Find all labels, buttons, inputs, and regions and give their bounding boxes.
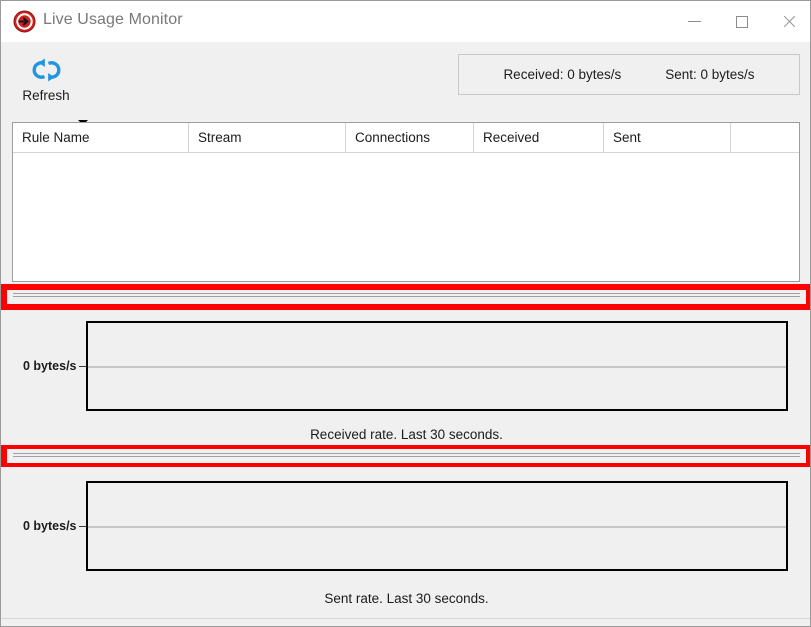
grip-line <box>13 453 800 454</box>
column-header-received[interactable]: Received <box>473 123 603 152</box>
window-controls <box>671 1 810 42</box>
column-header-spacer[interactable] <box>730 123 799 152</box>
minimize-button[interactable] <box>671 1 718 42</box>
column-header-connections[interactable]: Connections <box>345 123 473 152</box>
close-icon <box>782 15 796 29</box>
title-bar: Live Usage Monitor <box>1 1 810 42</box>
received-rate-value: Received: 0 bytes/s <box>503 67 622 82</box>
splitter-received-grip <box>7 290 806 304</box>
rate-summary-panel: Received: 0 bytes/s Sent: 0 bytes/s <box>458 54 800 95</box>
received-chart-y-axis-label: 0 bytes/s <box>23 359 77 373</box>
sent-chart-plot-area <box>86 481 788 571</box>
column-header-sent[interactable]: Sent <box>603 123 730 152</box>
received-chart-plot-area <box>86 321 788 411</box>
column-header-rule-name[interactable]: Rule Name <box>13 123 188 152</box>
grip-line <box>13 456 800 457</box>
refresh-circular-arrows-icon <box>29 54 64 86</box>
status-strip <box>2 618 810 626</box>
received-chart-zero-line <box>88 366 786 368</box>
splitter-sent-grip <box>7 449 806 463</box>
received-chart-y-tick <box>79 366 86 367</box>
maximize-icon <box>735 15 748 28</box>
sent-chart-y-tick <box>79 526 86 527</box>
table-body <box>13 153 799 281</box>
splitter-received[interactable] <box>1 284 810 310</box>
splitter-sent[interactable] <box>1 445 810 467</box>
grip-line <box>13 293 800 294</box>
refresh-button[interactable]: Refresh <box>18 54 74 112</box>
maximize-button[interactable] <box>718 1 765 42</box>
grip-line <box>13 296 800 297</box>
sent-chart-zero-line <box>88 526 786 528</box>
column-header-stream[interactable]: Stream <box>188 123 345 152</box>
close-button[interactable] <box>765 1 810 42</box>
received-chart-caption: Received rate. Last 30 seconds. <box>310 427 503 442</box>
sent-chart-caption: Sent rate. Last 30 seconds. <box>324 591 489 606</box>
red-circle-arrow-icon <box>13 10 36 33</box>
minimize-icon <box>688 21 701 22</box>
table-header-row: Rule Name Stream Connections Received Se… <box>13 123 799 153</box>
sent-rate-value: Sent: 0 bytes/s <box>665 67 755 82</box>
live-usage-monitor-window: Live Usage Monitor Refresh Received: 0 b… <box>0 0 811 627</box>
refresh-label: Refresh <box>22 88 70 103</box>
sent-chart-y-axis-label: 0 bytes/s <box>23 519 77 533</box>
rules-table: Rule Name Stream Connections Received Se… <box>12 122 800 282</box>
window-title: Live Usage Monitor <box>43 11 183 28</box>
